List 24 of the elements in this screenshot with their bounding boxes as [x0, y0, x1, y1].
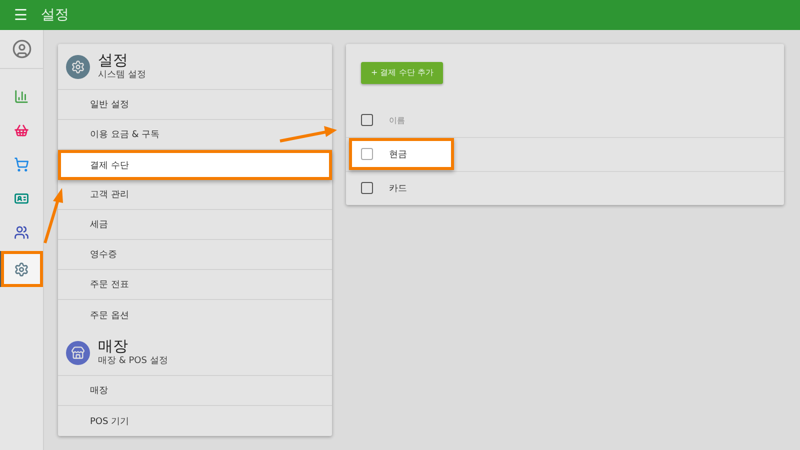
payment-method-name: 카드 — [389, 182, 407, 194]
row-checkbox[interactable] — [361, 148, 373, 160]
annotation-arrow — [280, 126, 337, 142]
settings-nav-button[interactable] — [0, 251, 42, 287]
menu-item[interactable]: 결제 수단 — [58, 150, 332, 180]
settings-icon — [66, 54, 90, 78]
page-title: 설정 — [41, 6, 69, 24]
menu-item[interactable]: 세금 — [58, 210, 332, 240]
row-checkbox[interactable] — [361, 182, 373, 194]
section-subtitle: 시스템 설정 — [98, 69, 146, 81]
select-all-checkbox[interactable] — [361, 114, 373, 126]
payment-method-name: 현금 — [389, 148, 407, 160]
menu-item[interactable]: 주문 전표 — [58, 270, 332, 300]
menu-item[interactable]: 주문 옵션 — [58, 300, 332, 330]
menu-item[interactable]: POS 기기 — [58, 406, 332, 436]
menu-item[interactable]: 매장 — [58, 376, 332, 406]
store-icon — [66, 340, 90, 364]
menu-item[interactable]: 영수증 — [58, 240, 332, 270]
section-title: 매장 — [98, 338, 129, 354]
column-header: 이름 — [389, 114, 405, 126]
section-subtitle: 매장 & POS 설정 — [98, 355, 168, 367]
section-title: 설정 — [98, 52, 129, 68]
annotation-arrow — [44, 188, 63, 244]
menu-item[interactable]: 일반 설정 — [58, 90, 332, 120]
